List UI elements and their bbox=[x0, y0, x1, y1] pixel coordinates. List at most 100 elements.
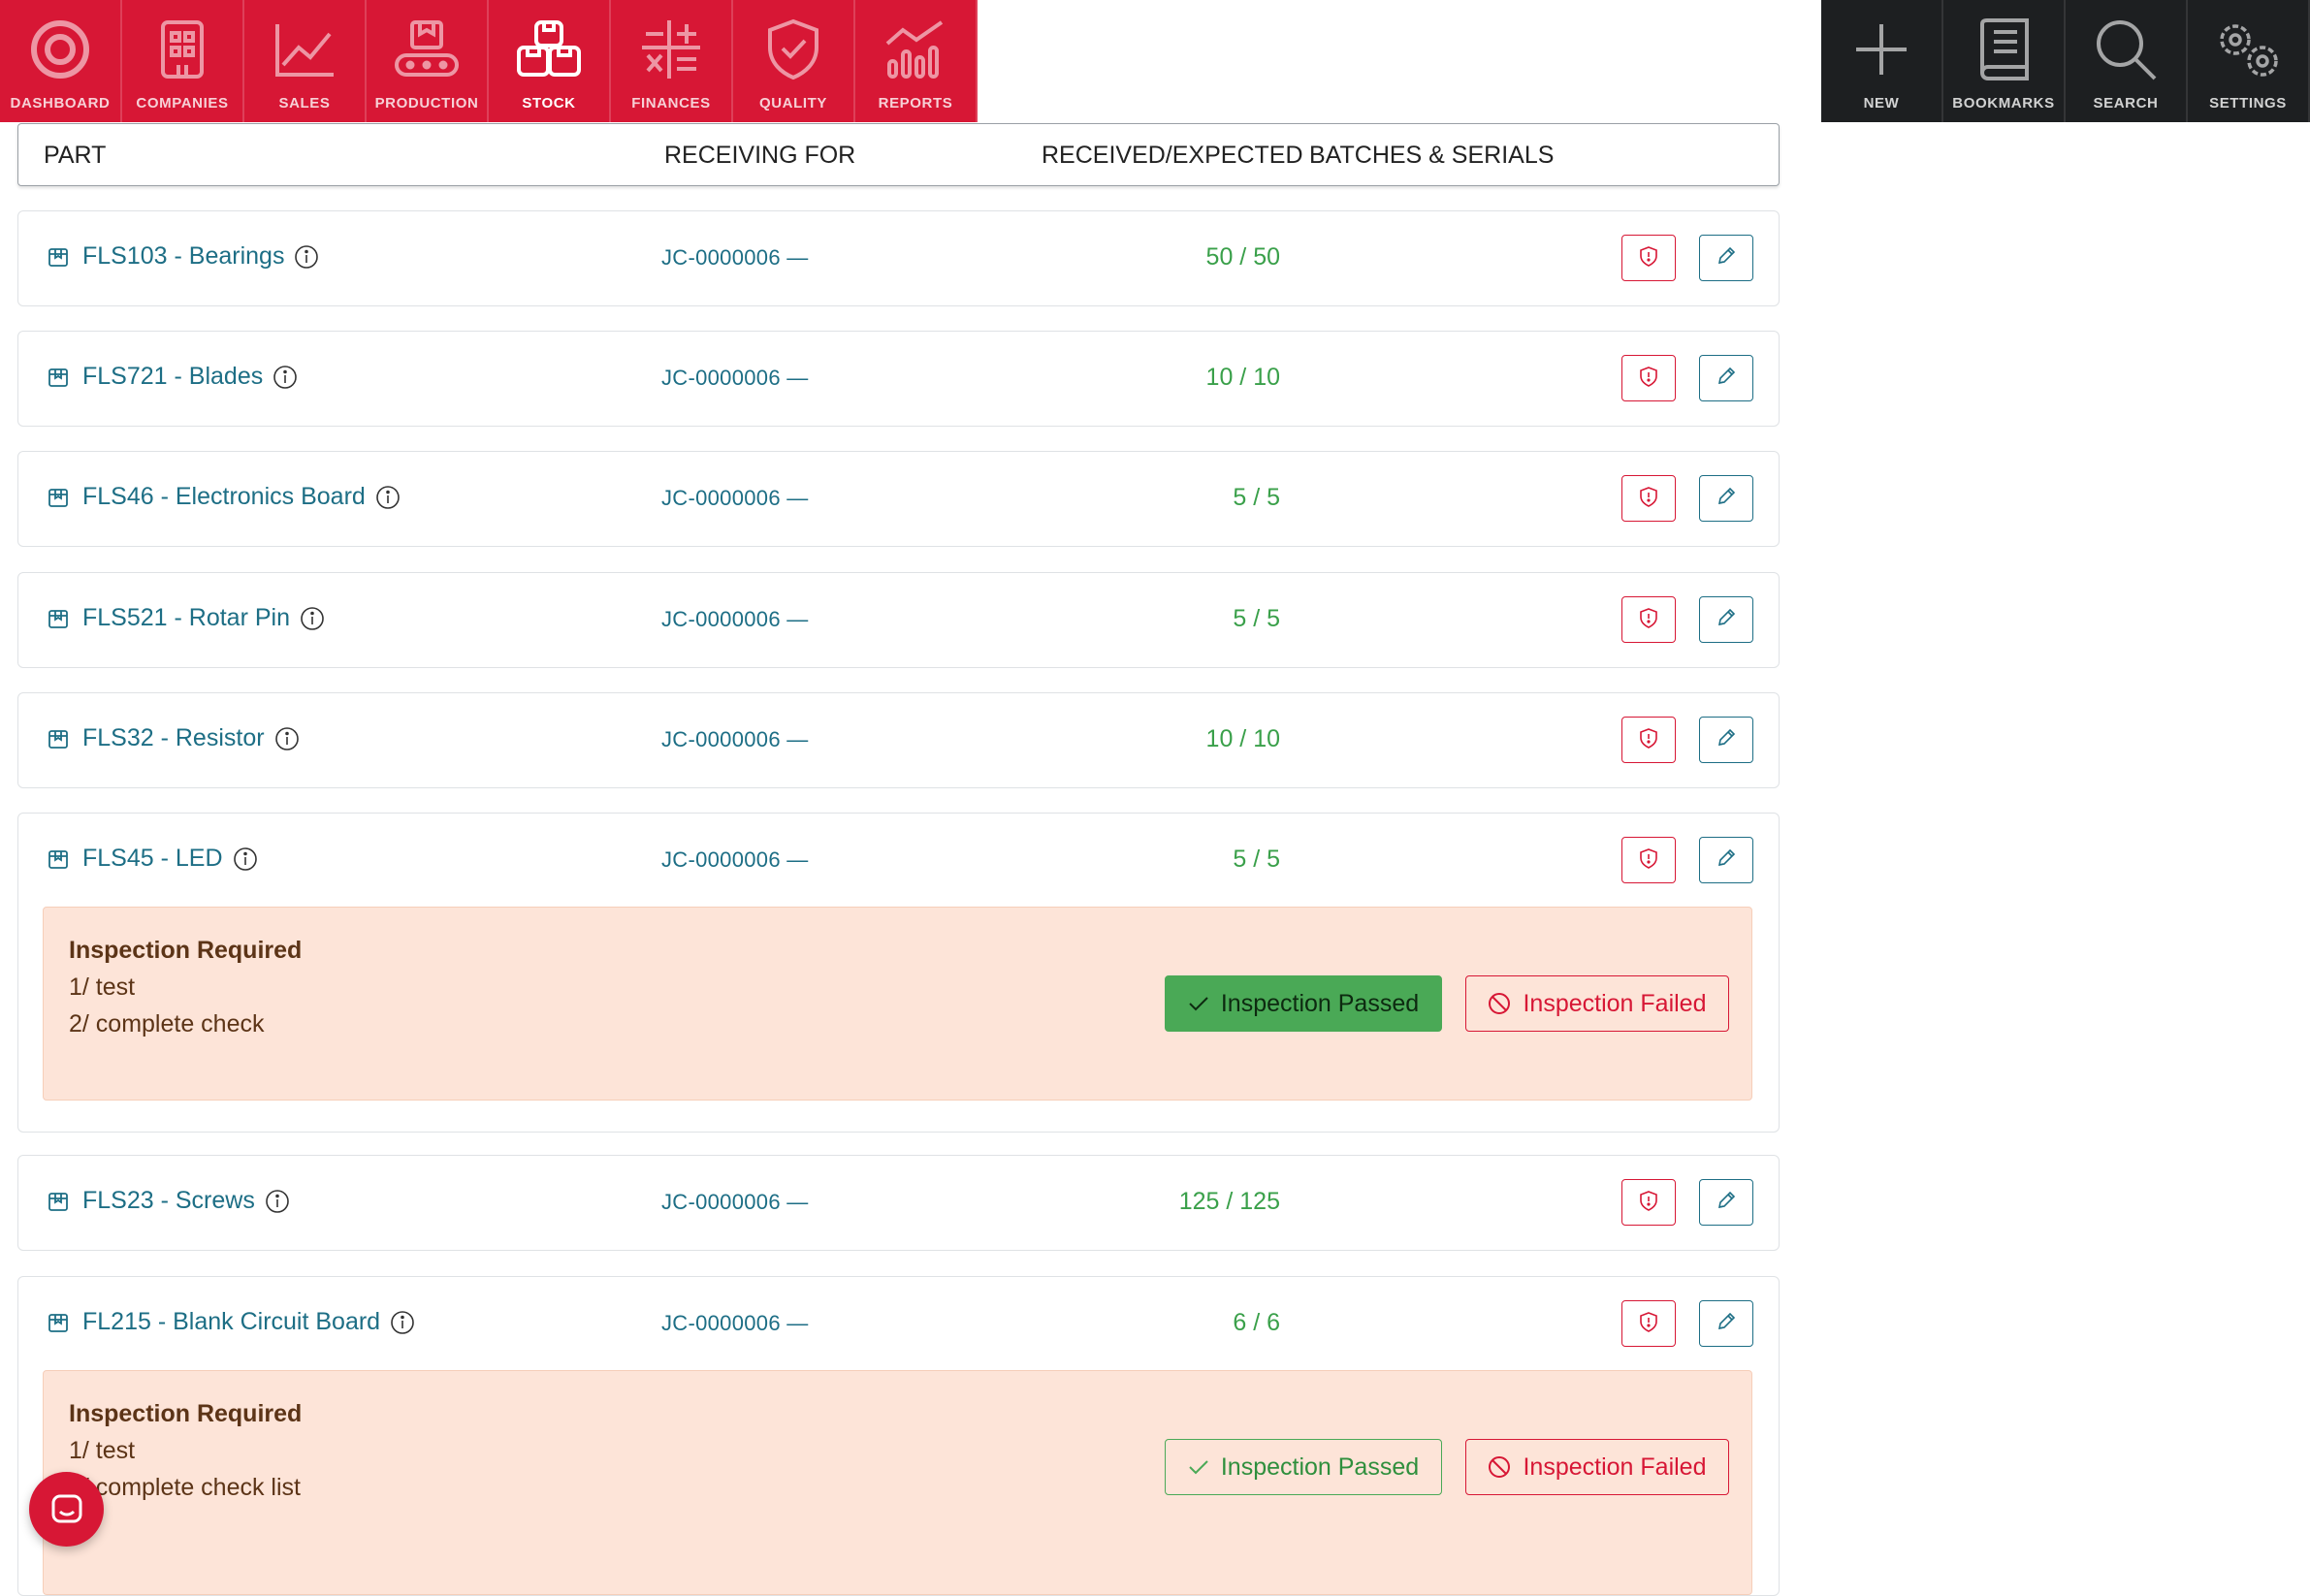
receipt-line-row: FLS521 - Rotar Pin JC-0000006 — 5 / 5 bbox=[17, 572, 1780, 668]
pencil-icon bbox=[1716, 366, 1737, 392]
part-link[interactable]: FLS103 - Bearings bbox=[48, 242, 319, 271]
nav-dashboard[interactable]: DASHBOARD bbox=[0, 0, 122, 122]
inspection-step: 2/ complete check list bbox=[69, 1474, 301, 1501]
building-icon bbox=[146, 14, 218, 85]
receiving-for-link[interactable]: JC-0000006 — bbox=[661, 245, 809, 271]
inspection-failed-button[interactable]: Inspection Failed bbox=[1465, 1439, 1729, 1495]
nav-new[interactable]: NEW bbox=[1821, 0, 1943, 122]
top-navigation: DASHBOARD COMPANIES SALES PRODUCTION STO… bbox=[0, 0, 2310, 122]
edit-button[interactable] bbox=[1699, 596, 1753, 643]
shield-alert-icon bbox=[1639, 847, 1658, 874]
part-name: FLS46 - Electronics Board bbox=[82, 483, 366, 510]
info-icon[interactable] bbox=[274, 726, 300, 751]
line-chart-icon bbox=[269, 14, 340, 85]
info-icon[interactable] bbox=[294, 244, 319, 270]
part-link[interactable]: FLS521 - Rotar Pin bbox=[48, 604, 325, 632]
receiving-for-link[interactable]: JC-0000006 — bbox=[661, 727, 809, 752]
part-link[interactable]: FLS23 - Screws bbox=[48, 1187, 290, 1215]
inspection-passed-button[interactable]: Inspection Passed bbox=[1165, 975, 1442, 1032]
edit-button[interactable] bbox=[1699, 355, 1753, 401]
receiving-for-link[interactable]: JC-0000006 — bbox=[661, 1190, 809, 1215]
receiving-for-link[interactable]: JC-0000006 — bbox=[661, 1311, 809, 1336]
received-expected-qty: 10 / 10 bbox=[1205, 364, 1280, 391]
part-link[interactable]: FLS32 - Resistor bbox=[48, 724, 300, 752]
nav-settings[interactable]: SETTINGS bbox=[2188, 0, 2310, 122]
receipt-line-row: FL215 - Blank Circuit Board JC-0000006 — 6… bbox=[17, 1276, 1780, 1596]
dashboard-icon bbox=[24, 14, 96, 85]
quality-issue-button[interactable] bbox=[1621, 235, 1676, 281]
receipt-line-row: FLS721 - Blades JC-0000006 — 10 / 10 bbox=[17, 331, 1780, 427]
nav-reports[interactable]: REPORTS bbox=[855, 0, 978, 122]
info-icon[interactable] bbox=[300, 606, 325, 631]
receipt-line-row: FLS23 - Screws JC-0000006 — 125 / 125 bbox=[17, 1155, 1780, 1251]
row-main: FLS46 - Electronics Board JC-0000006 — 5 /… bbox=[18, 452, 1779, 546]
part-link[interactable]: FLS45 - LED bbox=[48, 845, 258, 873]
info-icon[interactable] bbox=[273, 365, 298, 390]
nav-stock[interactable]: STOCK bbox=[489, 0, 611, 122]
column-header-part: PART bbox=[44, 142, 107, 169]
chat-launcher-button[interactable] bbox=[29, 1472, 104, 1547]
part-name: FLS103 - Bearings bbox=[82, 242, 285, 270]
info-icon[interactable] bbox=[233, 846, 258, 872]
shield-alert-icon bbox=[1639, 1190, 1658, 1216]
row-main: FLS23 - Screws JC-0000006 — 125 / 125 bbox=[18, 1156, 1779, 1250]
column-header-received-expected: RECEIVED/EXPECTED bbox=[1042, 142, 1303, 169]
table-header: PART RECEIVING FOR RECEIVED/EXPECTED BAT… bbox=[17, 123, 1780, 186]
shield-alert-icon bbox=[1639, 607, 1658, 633]
part-link[interactable]: FLS721 - Blades bbox=[48, 363, 298, 391]
nav-companies[interactable]: COMPANIES bbox=[122, 0, 244, 122]
nav-bookmarks[interactable]: BOOKMARKS bbox=[1943, 0, 2066, 122]
pencil-icon bbox=[1716, 486, 1737, 512]
nav-sales[interactable]: SALES bbox=[244, 0, 367, 122]
column-header-receiving-for: RECEIVING FOR bbox=[664, 142, 856, 169]
edit-button[interactable] bbox=[1699, 235, 1753, 281]
inspection-failed-label: Inspection Failed bbox=[1523, 1452, 1707, 1481]
nav-quality[interactable]: QUALITY bbox=[733, 0, 855, 122]
part-name: FLS721 - Blades bbox=[82, 363, 264, 390]
receiving-for-link[interactable]: JC-0000006 — bbox=[661, 847, 809, 873]
inspection-panel: Inspection Required 1/ test 2/ complete ch… bbox=[43, 1370, 1752, 1595]
edit-button[interactable] bbox=[1699, 837, 1753, 883]
edit-button[interactable] bbox=[1699, 717, 1753, 763]
row-main: FLS45 - LED JC-0000006 — 5 / 5 bbox=[18, 814, 1779, 908]
edit-button[interactable] bbox=[1699, 475, 1753, 522]
part-link[interactable]: FL215 - Blank Circuit Board bbox=[48, 1308, 415, 1336]
inspection-title: Inspection Required bbox=[69, 937, 303, 964]
shield-alert-icon bbox=[1639, 245, 1658, 271]
check-icon bbox=[1188, 1458, 1221, 1476]
info-icon[interactable] bbox=[390, 1310, 415, 1335]
ban-icon bbox=[1488, 992, 1523, 1015]
shield-alert-icon bbox=[1639, 1311, 1658, 1337]
nav-search[interactable]: SEARCH bbox=[2066, 0, 2188, 122]
nav-label: DASHBOARD bbox=[10, 95, 111, 112]
quality-issue-button[interactable] bbox=[1621, 475, 1676, 522]
part-name: FLS32 - Resistor bbox=[82, 724, 265, 751]
quality-issue-button[interactable] bbox=[1621, 837, 1676, 883]
edit-button[interactable] bbox=[1699, 1179, 1753, 1226]
column-header-batches-serials: BATCHES & SERIALS bbox=[1309, 142, 1555, 169]
info-icon[interactable] bbox=[375, 485, 401, 510]
nav-finances[interactable]: FINANCES bbox=[611, 0, 733, 122]
receiving-for-link[interactable]: JC-0000006 — bbox=[661, 486, 809, 511]
info-icon[interactable] bbox=[265, 1189, 290, 1214]
part-link[interactable]: FLS46 - Electronics Board bbox=[48, 483, 401, 511]
row-main: FLS32 - Resistor JC-0000006 — 10 / 10 bbox=[18, 693, 1779, 787]
nav-production[interactable]: PRODUCTION bbox=[367, 0, 489, 122]
box-icon bbox=[48, 1312, 69, 1333]
part-name: FLS23 - Screws bbox=[82, 1187, 255, 1214]
quality-issue-button[interactable] bbox=[1621, 1179, 1676, 1226]
utility-nav: NEW BOOKMARKS SEARCH SETTINGS bbox=[1821, 0, 2310, 122]
quality-issue-button[interactable] bbox=[1621, 1300, 1676, 1347]
receiving-for-link[interactable]: JC-0000006 — bbox=[661, 607, 809, 632]
quality-issue-button[interactable] bbox=[1621, 355, 1676, 401]
row-main: FLS521 - Rotar Pin JC-0000006 — 5 / 5 bbox=[18, 573, 1779, 667]
box-icon bbox=[48, 728, 69, 750]
quality-issue-button[interactable] bbox=[1621, 596, 1676, 643]
inspection-failed-button[interactable]: Inspection Failed bbox=[1465, 975, 1729, 1032]
nav-label: QUALITY bbox=[758, 95, 828, 112]
inspection-passed-button[interactable]: Inspection Passed bbox=[1165, 1439, 1442, 1495]
quality-issue-button[interactable] bbox=[1621, 717, 1676, 763]
edit-button[interactable] bbox=[1699, 1300, 1753, 1347]
row-main: FLS721 - Blades JC-0000006 — 10 / 10 bbox=[18, 332, 1779, 426]
receiving-for-link[interactable]: JC-0000006 — bbox=[661, 366, 809, 391]
